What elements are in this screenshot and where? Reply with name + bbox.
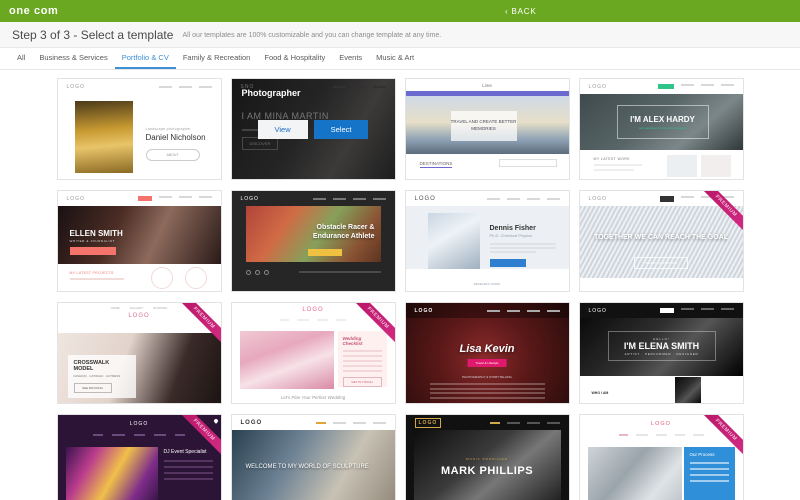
template-thumbnail: LOGO HELLO! I'M ELENA SMITH ARTIST · PER… [579,303,743,403]
template-thumbnail: HOME GALLERY BOOKING LOGO CROSSWALK MODEL … [57,303,221,403]
template-thumbnail: LOGO Wedding Checklist GET IN TOUCH Let'… [231,303,395,403]
page-subtitle: All our templates are 100% customizable … [182,32,442,39]
template-card-dj-event[interactable]: LOGO DJ Event Specialist PREMIUM [56,414,222,500]
tab-business-services[interactable]: Business & Services [32,48,114,69]
template-thumbnail: LOGO Dennis Fisher Ph.D. Chemical Physic… [405,191,569,291]
template-hover-overlay: Photographer View Select [231,79,395,179]
template-thumbnail: LOGO MUSIC PRODUCER MARK PHILLIPS [405,415,569,500]
tab-events[interactable]: Events [332,48,369,69]
template-card-crosswalk-model[interactable]: HOME GALLERY BOOKING LOGO CROSSWALK MODEL … [56,302,222,404]
tab-label: Family & Recreation [182,53,251,62]
tab-label: Portfolio & CV [121,53,169,62]
tab-music-art[interactable]: Music & Art [369,48,421,69]
one-com-logo[interactable]: one com [0,5,58,17]
template-card-obstacle-racer[interactable]: LOGO Obstacle Racer & Endurance Athlete [230,190,396,292]
template-thumbnail: LOGO ELLEN SMITH WRITER & JOURNALIST MY … [57,191,221,291]
template-card-travel-memories[interactable]: Lime TRAVEL AND CREATE BETTER MEMORIES D… [404,78,570,180]
template-card-alex-hardy[interactable]: LOGO I'M ALEX HARDY web designer & front… [578,78,744,180]
template-card-lisa-kevin[interactable]: LOGO Lisa Kevin Travel & Lifestyle PHOTO… [404,302,570,404]
template-category-label: Photographer [241,88,301,98]
template-thumbnail: LOGO Lisa Kevin Travel & Lifestyle PHOTO… [405,303,569,403]
tab-food-hospitality[interactable]: Food & Hospitality [257,48,332,69]
template-card-elena-smith[interactable]: LOGO HELLO! I'M ELENA SMITH ARTIST · PER… [578,302,744,404]
template-thumbnail: LOGO TOGETHER WE CAN REACH THE GOAL SELE… [579,191,743,291]
template-card-daniel-nicholson[interactable]: LOGO Landscape photographer Daniel Nicho… [56,78,222,180]
template-thumbnail: LOGO I'M ALEX HARDY web designer & front… [579,79,743,179]
select-template-button[interactable]: Select [313,119,369,139]
tab-portfolio-cv[interactable]: Portfolio & CV [114,48,176,69]
tab-label: Food & Hospitality [264,53,326,62]
template-thumbnail: LOGO Our Process [579,415,743,500]
view-template-button[interactable]: View [257,119,308,139]
tab-label: Business & Services [39,53,108,62]
template-grid: LOGO Landscape photographer Daniel Nicho… [0,70,800,500]
back-label: BACK [511,6,537,16]
step-header: Step 3 of 3 - Select a template All our … [0,22,800,48]
template-thumbnail: LOGO WELCOME TO MY WORLD OF SCULPTURE [231,415,395,500]
template-card-reach-the-goal[interactable]: LOGO TOGETHER WE CAN REACH THE GOAL SELE… [578,190,744,292]
tab-label: All [17,53,26,62]
template-card-wedding-checklist[interactable]: LOGO Wedding Checklist GET IN TOUCH Let'… [230,302,396,404]
tab-label: Events [339,53,363,62]
back-button[interactable]: ‹ BACK [505,0,536,22]
template-thumbnail: LOGO DJ Event Specialist [57,415,221,500]
category-tabs: All Business & Services Portfolio & CV Fami… [0,48,800,70]
chevron-left-icon: ‹ [505,6,509,16]
template-card-ellen-smith[interactable]: LOGO ELLEN SMITH WRITER & JOURNALIST MY … [56,190,222,292]
tab-family-recreation[interactable]: Family & Recreation [176,48,258,69]
tab-label: Music & Art [376,53,415,62]
template-thumbnail: Lime TRAVEL AND CREATE BETTER MEMORIES D… [405,79,569,179]
template-thumbnail: LOGO Obstacle Racer & Endurance Athlete [231,191,395,291]
top-bar: one com ‹ BACK [0,0,800,22]
template-card-dennis-fisher[interactable]: LOGO Dennis Fisher Ph.D. Chemical Physic… [404,190,570,292]
tab-all[interactable]: All [10,48,32,69]
page-title: Step 3 of 3 - Select a template [12,27,174,42]
template-card-mark-phillips[interactable]: LOGO MUSIC PRODUCER MARK PHILLIPS [404,414,570,500]
template-card-sculpture[interactable]: LOGO WELCOME TO MY WORLD OF SCULPTURE [230,414,396,500]
template-card-our-process[interactable]: LOGO Our Process PREMIUM [578,414,744,500]
template-card-mina-martin[interactable]: SNO I AM MINA MARTIN DISCOVER Photograph… [230,78,396,180]
template-thumbnail: LOGO Landscape photographer Daniel Nicho… [57,79,221,179]
